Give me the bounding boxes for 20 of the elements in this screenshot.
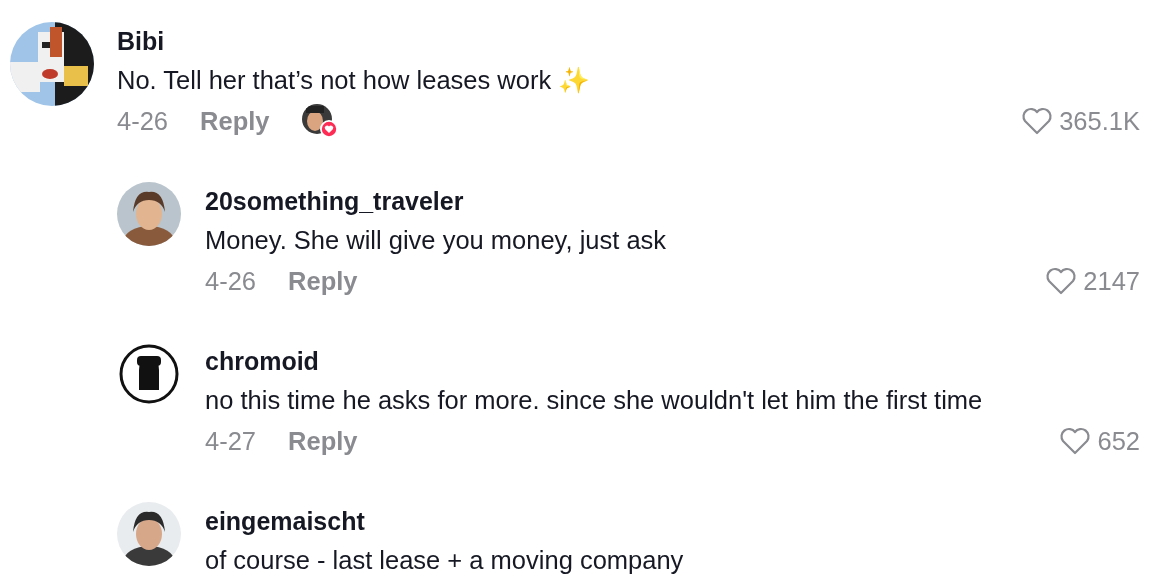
username[interactable]: chromoid <box>205 342 319 380</box>
reply-button[interactable]: Reply <box>288 426 358 456</box>
comment-date: 4-26 <box>205 266 257 296</box>
like-button[interactable]: 365.1K <box>1021 106 1140 136</box>
comment-text: No. Tell her that’s not how leases work ✨ <box>117 65 591 96</box>
comment-date: 4-27 <box>205 426 257 456</box>
heart-icon[interactable] <box>1059 427 1092 455</box>
reply-button[interactable]: Reply <box>200 106 270 136</box>
like-button[interactable]: 2147 <box>1045 266 1140 296</box>
username[interactable]: eingemaischt <box>205 502 365 540</box>
comment-text: no this time he asks for more. since she wouldn't let him the first time <box>205 385 983 416</box>
heart-icon[interactable] <box>1045 267 1078 295</box>
username[interactable]: Bibi <box>117 22 165 60</box>
like-button[interactable]: 652 <box>1059 426 1140 456</box>
reply-button[interactable]: Reply <box>288 266 358 296</box>
username[interactable]: 20something_traveler <box>205 182 464 220</box>
heart-icon[interactable] <box>1021 107 1054 135</box>
comment-date: 4-26 <box>117 106 169 136</box>
comment-text: Money. She will give you money, just ask <box>205 225 667 256</box>
comment-text: of course - last lease + a moving company <box>205 545 684 576</box>
